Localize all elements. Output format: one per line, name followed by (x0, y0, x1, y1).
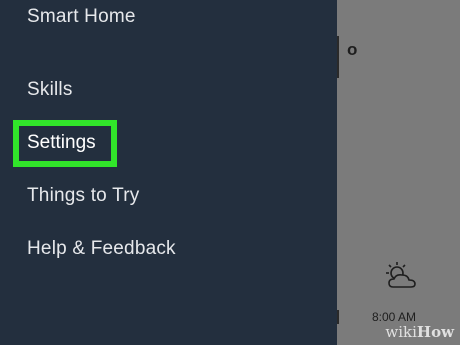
nav-item-skills[interactable]: Skills (27, 79, 73, 101)
watermark-prefix: wiki (385, 323, 417, 341)
watermark-suffix: How (416, 323, 454, 341)
nav-item-settings-label: Settings (27, 132, 96, 153)
wikihow-watermark: wikiHow (385, 323, 454, 341)
alarm-time: 8:00 AM (372, 310, 417, 324)
nav-item-smart-home[interactable]: Smart Home (27, 6, 136, 28)
partly-cloudy-icon (386, 262, 416, 288)
nav-item-help-feedback[interactable]: Help & Feedback (27, 238, 176, 260)
partial-text: o (347, 40, 358, 59)
divider (337, 310, 339, 324)
navigation-drawer: Smart Home Skills Settings Things to Try… (0, 0, 337, 345)
nav-item-things-to-try[interactable]: Things to Try (27, 185, 139, 207)
nav-item-settings[interactable]: Settings (13, 120, 117, 167)
